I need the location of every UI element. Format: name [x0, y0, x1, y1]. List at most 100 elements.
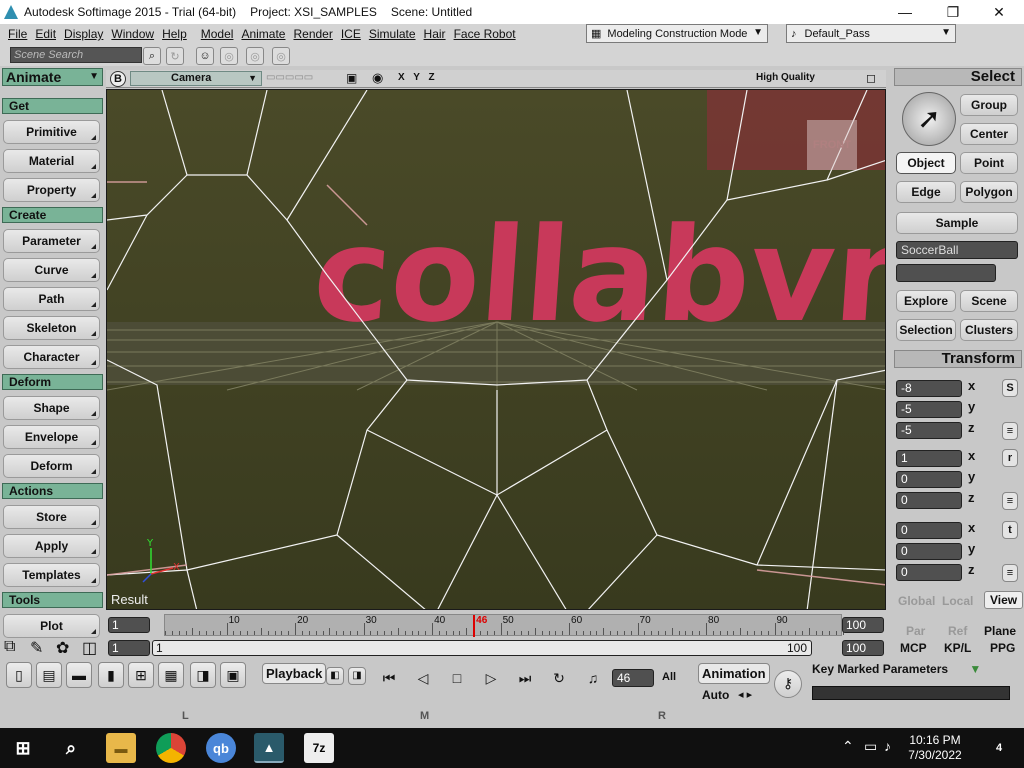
scene-button[interactable]: Scene [960, 290, 1018, 312]
secondary-name-field[interactable] [896, 264, 996, 282]
refresh-icon[interactable]: ↻ [166, 47, 184, 65]
scale-y-field[interactable]: -5 [896, 401, 962, 418]
layout-single-icon[interactable]: ▯ [6, 662, 32, 688]
audio-icon[interactable]: ♫ [580, 666, 606, 692]
sample-button[interactable]: Sample [896, 212, 1018, 234]
network-icon[interactable]: ▭ [864, 738, 877, 755]
rotate-mode-button[interactable]: r [1002, 449, 1018, 467]
deform-button[interactable]: Deform [3, 454, 100, 478]
section-create[interactable]: Create [2, 207, 103, 223]
menu-window[interactable]: Window [107, 27, 158, 41]
layout-icon[interactable]: ◫ [82, 638, 97, 658]
brush-icon[interactable]: ✎ [30, 638, 43, 658]
range-slider[interactable]: 1 100 [152, 640, 812, 656]
skeleton-button[interactable]: Skeleton [3, 316, 100, 340]
section-tools[interactable]: Tools [2, 592, 103, 608]
character-button[interactable]: Character [3, 345, 100, 369]
view-tab[interactable]: View [984, 591, 1024, 609]
scale-lock-icon[interactable]: ≡ [1002, 422, 1018, 440]
tray-chevron-icon[interactable]: ⌃ [842, 738, 854, 755]
section-actions[interactable]: Actions [2, 483, 103, 499]
file-explorer-icon[interactable]: ▬ [106, 733, 136, 763]
maximize-viewport-icon[interactable]: ◻ [866, 71, 876, 85]
current-frame-field[interactable]: 46 [612, 669, 654, 687]
maximize-button[interactable]: ❐ [930, 0, 976, 24]
layout-bottom-icon[interactable]: ▬ [66, 662, 92, 688]
timeline-ruler[interactable]: 10 20 30 40 50 60 70 80 90 46 [164, 614, 844, 637]
module-switcher[interactable]: Animate ▼ [2, 68, 103, 86]
display-quality[interactable]: High Quality [756, 72, 815, 83]
shape-button[interactable]: Shape [3, 396, 100, 420]
playback-menu[interactable]: Playback [262, 663, 327, 684]
viewport-b-button[interactable]: B [110, 71, 126, 87]
loop-icon[interactable]: ↻ [546, 666, 572, 692]
scale-z-field[interactable]: -5 [896, 422, 962, 439]
timeline-start-field[interactable]: 1 [108, 617, 150, 633]
3d-viewport[interactable]: collabvm Y X FRONT Result [106, 89, 886, 610]
scale-mode-button[interactable]: S [1002, 379, 1018, 397]
stop-icon[interactable]: □ [444, 666, 470, 692]
front-view-cube[interactable]: FRONT [807, 120, 857, 170]
play-icon[interactable]: ▷ [478, 666, 504, 692]
construction-mode-dropdown[interactable]: ▦ Modeling Construction Mode ▼ [586, 24, 768, 43]
select-arrow-icon[interactable]: ➚ [902, 92, 956, 146]
center-button[interactable]: Center [960, 123, 1018, 145]
ref-tab[interactable]: Ref [948, 624, 967, 638]
last-frame-icon[interactable]: ⏭ [512, 666, 538, 692]
menu-help[interactable]: Help [158, 27, 191, 41]
first-frame-icon[interactable]: ⏮ [376, 666, 402, 692]
translate-x-field[interactable]: 0 [896, 522, 962, 539]
search-icon[interactable]: ⌕ [143, 47, 161, 65]
translate-z-field[interactable]: 0 [896, 564, 962, 581]
rotate-lock-icon[interactable]: ≡ [1002, 492, 1018, 510]
snap-icon[interactable]: ☺ [196, 47, 214, 65]
object-name-field[interactable]: SoccerBall [896, 241, 1018, 259]
scene-search-input[interactable]: Scene Search [10, 47, 142, 63]
polygon-button[interactable]: Polygon [960, 181, 1018, 203]
mcp-tab[interactable]: MCP [900, 641, 927, 655]
all-toggle[interactable]: All [662, 671, 676, 683]
range-start-field[interactable]: 1 [108, 640, 150, 656]
point-button[interactable]: Point [960, 152, 1018, 174]
section-deform[interactable]: Deform [2, 374, 103, 390]
key-icon[interactable]: ⚷ [774, 670, 802, 698]
plot-button[interactable]: Plot [3, 614, 100, 638]
local-tab[interactable]: Local [942, 594, 973, 608]
menu-hair[interactable]: Hair [420, 27, 450, 41]
7zip-icon[interactable]: 7z [304, 733, 334, 763]
volume-icon[interactable]: ♪ [884, 738, 891, 754]
key-marked-field[interactable] [812, 686, 1010, 700]
explore-button[interactable]: Explore [896, 290, 956, 312]
auto-key-button[interactable]: Auto [702, 688, 729, 702]
material-button[interactable]: Material [3, 149, 100, 173]
chrome-icon[interactable] [156, 733, 186, 763]
apply-button[interactable]: Apply [3, 534, 100, 558]
snap-curve-icon[interactable]: ◎ [272, 47, 290, 65]
hierarchy-icon[interactable]: ⧉ [4, 638, 15, 656]
primitive-button[interactable]: Primitive [3, 120, 100, 144]
rotate-y-field[interactable]: 0 [896, 471, 962, 488]
parameter-button[interactable]: Parameter [3, 229, 100, 253]
clusters-button[interactable]: Clusters [960, 319, 1018, 341]
transform-header[interactable]: Transform [894, 350, 1022, 368]
palette-icon[interactable]: ✿ [56, 638, 69, 658]
group-button[interactable]: Group [960, 94, 1018, 116]
property-button[interactable]: Property [3, 178, 100, 202]
menu-file[interactable]: File [4, 27, 31, 41]
menu-face-robot[interactable]: Face Robot [450, 27, 520, 41]
axis-toggles[interactable]: X Y Z [398, 72, 438, 83]
menu-edit[interactable]: Edit [31, 27, 60, 41]
selection-button[interactable]: Selection [896, 319, 956, 341]
layout-side-icon[interactable]: ▮ [98, 662, 124, 688]
rotate-z-field[interactable]: 0 [896, 492, 962, 509]
camera-icon[interactable]: ▣ [346, 71, 357, 85]
curve-button[interactable]: Curve [3, 258, 100, 282]
templates-button[interactable]: Templates [3, 563, 100, 587]
windows-start-icon[interactable]: ⊞ [8, 733, 38, 763]
menu-render[interactable]: Render [289, 27, 336, 41]
layout-top-icon[interactable]: ▤ [36, 662, 62, 688]
qbittorrent-icon[interactable]: qb [206, 733, 236, 763]
store-button[interactable]: Store [3, 505, 100, 529]
step-back-icon[interactable]: ◁ [410, 666, 436, 692]
menu-display[interactable]: Display [60, 27, 107, 41]
